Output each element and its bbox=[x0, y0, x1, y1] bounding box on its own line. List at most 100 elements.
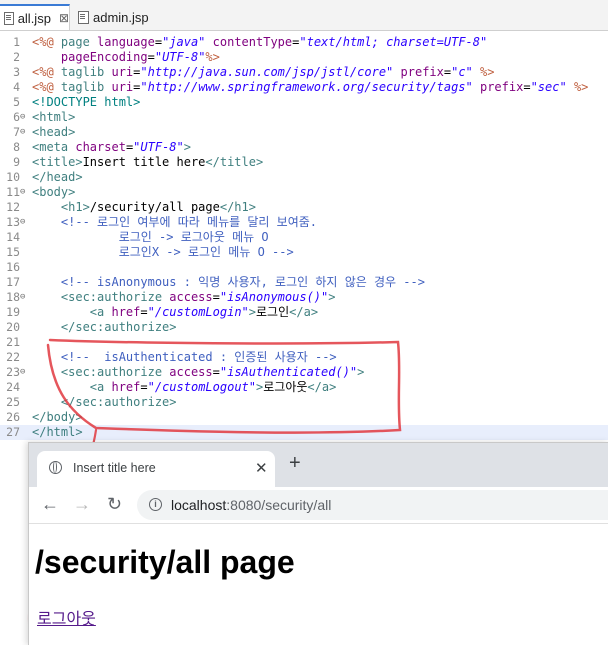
code-line[interactable]: 5 <!DOCTYPE html> bbox=[0, 95, 608, 110]
code-token: %> bbox=[573, 80, 589, 94]
code-line[interactable]: 6 ⊖ <html> bbox=[0, 110, 608, 125]
code-token: 로그인X -> 로그인 메뉴 O --> bbox=[32, 245, 294, 259]
code-text: <head> bbox=[32, 125, 75, 140]
line-number: 27 bbox=[6, 425, 20, 439]
fold-toggle-icon[interactable]: ⊖ bbox=[20, 188, 29, 197]
code-line[interactable]: 24 <a href="/customLogout">로그아웃</a> bbox=[0, 380, 608, 395]
fold-toggle-icon[interactable]: ⊖ bbox=[20, 218, 29, 227]
code-line[interactable]: 23 ⊖ <sec:authorize access="isAuthenticat… bbox=[0, 365, 608, 380]
code-line[interactable]: 7 ⊖ <head> bbox=[0, 125, 608, 140]
browser-tab[interactable]: Insert title here ✕ bbox=[37, 451, 275, 487]
code-line[interactable]: 21 bbox=[0, 335, 608, 350]
code-token: taglib bbox=[60, 65, 112, 79]
new-tab-button[interactable]: + bbox=[289, 453, 301, 473]
code-line[interactable]: 9 <title>Insert title here</title> bbox=[0, 155, 608, 170]
code-token: taglib bbox=[60, 80, 112, 94]
code-line[interactable]: 2 pageEncoding="UTF-8"%> bbox=[0, 50, 608, 65]
code-token: <h1> bbox=[60, 200, 90, 214]
code-line[interactable]: 10 </head> bbox=[0, 170, 608, 185]
line-number: 17 bbox=[6, 275, 20, 289]
code-token: "c" bbox=[451, 65, 473, 79]
info-icon[interactable]: i bbox=[149, 498, 162, 511]
code-line[interactable]: 16 bbox=[0, 260, 608, 275]
code-token: %> bbox=[205, 50, 220, 64]
code-line[interactable]: 11 ⊖ <body> bbox=[0, 185, 608, 200]
fold-toggle-icon[interactable]: ⊖ bbox=[20, 113, 29, 122]
code-token: <title> bbox=[32, 155, 83, 169]
code-line[interactable]: 12 <h1>/security/all page</h1> bbox=[0, 200, 608, 215]
line-number: 10 bbox=[6, 170, 20, 184]
fold-toggle-icon[interactable]: ⊖ bbox=[20, 128, 29, 137]
code-line[interactable]: 26 </body> bbox=[0, 410, 608, 425]
reload-button[interactable]: ↻ bbox=[107, 493, 122, 515]
close-icon[interactable]: ⊠ bbox=[59, 11, 69, 25]
close-tab-icon[interactable]: ✕ bbox=[255, 459, 268, 477]
code-line[interactable]: 25 </sec:authorize> bbox=[0, 395, 608, 410]
line-number: 11 bbox=[6, 185, 20, 199]
logout-link[interactable]: 로그아웃 bbox=[37, 605, 96, 629]
code-token: = bbox=[140, 380, 148, 394]
forward-button[interactable]: → bbox=[73, 493, 91, 515]
jsp-file-icon bbox=[4, 11, 14, 25]
code-token: href bbox=[111, 305, 141, 319]
code-token: 로그인 bbox=[256, 305, 290, 319]
code-token: > bbox=[248, 305, 257, 319]
code-text: <meta charset="UTF-8"> bbox=[32, 140, 191, 155]
code-line[interactable]: 17 <!-- isAnonymous : 익명 사용자, 로그인 하지 않은 … bbox=[0, 275, 608, 290]
code-token: > bbox=[328, 290, 336, 304]
code-token: "text/html; charset=UTF-8" bbox=[299, 35, 488, 49]
code-token: </html> bbox=[32, 425, 83, 439]
tab-label: admin.jsp bbox=[93, 9, 149, 25]
code-line[interactable]: 20 </sec:authorize> bbox=[0, 320, 608, 335]
code-line[interactable]: 1 <%@ page language="java" contentType="t… bbox=[0, 35, 608, 50]
address-bar[interactable]: i localhost:8080/security/all bbox=[137, 490, 608, 520]
back-button[interactable]: ← bbox=[41, 493, 59, 515]
tab-all-jsp[interactable]: all.jsp ⊠ bbox=[0, 4, 70, 30]
line-number: 12 bbox=[6, 200, 20, 214]
code-token: <%@ bbox=[32, 65, 61, 79]
line-number: 23 bbox=[6, 365, 20, 379]
code-line[interactable]: 8 <meta charset="UTF-8"> bbox=[0, 140, 608, 155]
code-line[interactable]: 13 ⊖ <!-- 로그인 여부에 따라 메뉴를 달리 보여줌. bbox=[0, 215, 608, 230]
code-line[interactable]: 15 로그인X -> 로그인 메뉴 O --> bbox=[0, 245, 608, 260]
code-line[interactable]: 3 <%@ taglib uri="http://java.sun.com/jsp… bbox=[0, 65, 608, 80]
code-token: charset bbox=[75, 140, 126, 154]
code-token: "http://java.sun.com/jsp/jstl/core" bbox=[140, 65, 394, 79]
fold-toggle-icon[interactable]: ⊖ bbox=[20, 368, 29, 377]
code-token: /security/all page bbox=[89, 200, 220, 214]
code-line[interactable]: 19 <a href="/customLogin">로그인</a> bbox=[0, 305, 608, 320]
code-line[interactable]: 27 </html> bbox=[0, 425, 608, 440]
code-line[interactable]: 14 로그인 -> 로그아웃 메뉴 O bbox=[0, 230, 608, 245]
code-text: <title>Insert title here</title> bbox=[32, 155, 263, 170]
code-line[interactable]: 18 ⊖ <sec:authorize access="isAnonymous()… bbox=[0, 290, 608, 305]
tab-admin-jsp[interactable]: admin.jsp bbox=[72, 4, 162, 30]
code-line[interactable]: 22 <!-- isAuthenticated : 인증된 사용자 --> bbox=[0, 350, 608, 365]
code-token: href bbox=[111, 380, 141, 394]
line-number: 6 bbox=[13, 110, 20, 124]
code-token: <meta bbox=[32, 140, 76, 154]
code-token: 로그인 -> 로그아웃 메뉴 O bbox=[32, 230, 269, 244]
line-number: 20 bbox=[6, 320, 20, 334]
code-text: <a href="/customLogout">로그아웃</a> bbox=[32, 380, 337, 395]
line-number: 13 bbox=[6, 215, 20, 229]
code-token: pageEncoding bbox=[60, 50, 148, 64]
code-token: uri bbox=[111, 80, 134, 94]
code-editor[interactable]: 1 <%@ page language="java" contentType="t… bbox=[0, 31, 608, 441]
code-token: "UTF-8" bbox=[154, 50, 206, 64]
url-host: localhost bbox=[171, 497, 227, 513]
code-line[interactable]: 4 <%@ taglib uri = "http://www.springframew… bbox=[0, 80, 608, 95]
url-text[interactable]: localhost:8080/security/all bbox=[171, 497, 331, 513]
code-token: </h1> bbox=[219, 200, 256, 214]
line-number: 8 bbox=[13, 140, 20, 154]
code-token: <%@ bbox=[32, 35, 61, 49]
globe-icon bbox=[49, 461, 62, 474]
fold-toggle-icon[interactable]: ⊖ bbox=[20, 293, 29, 302]
